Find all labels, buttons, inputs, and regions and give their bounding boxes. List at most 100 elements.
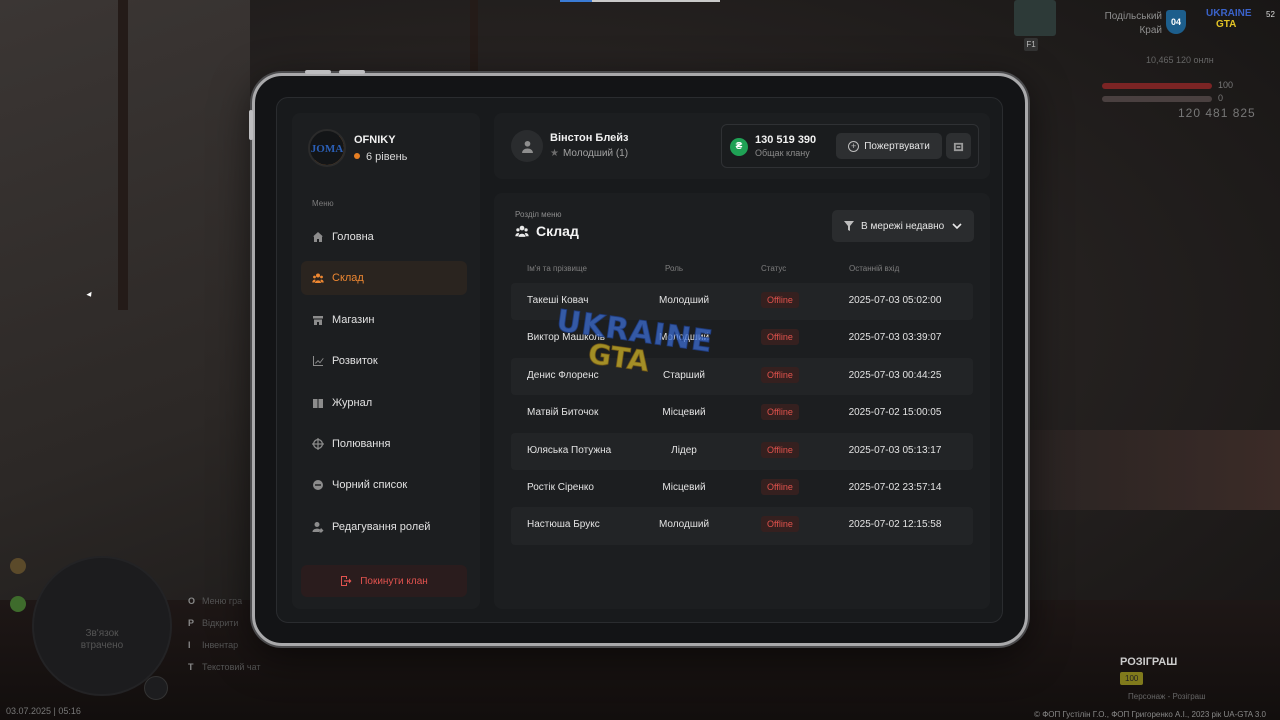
user-avatar — [511, 130, 543, 162]
chart-icon — [312, 355, 324, 367]
status-badge: Offline — [761, 478, 799, 495]
sidebar-item-label: Склад — [332, 272, 364, 285]
member-name: Юляська Потужна — [527, 444, 612, 456]
hud-top-right: F1 Подільський Край 04 UKRAINE GTA 52 10,4… — [1010, 0, 1280, 130]
minimap: Зв'язок втрачено — [32, 556, 172, 696]
clan-avatar: JOMA — [308, 129, 346, 167]
section-caption: Розділ меню — [515, 210, 562, 219]
tablet-button — [249, 110, 253, 140]
background-beam — [118, 0, 128, 310]
sidebar-item-edit-roles[interactable]: Редагування ролей — [301, 510, 467, 544]
sidebar-item-home[interactable]: Головна — [301, 220, 467, 254]
health-bar — [1102, 83, 1212, 89]
sidebar-item-label: Полювання — [332, 437, 391, 450]
column-header-status: Статус — [761, 264, 787, 273]
stamina-icon — [10, 596, 26, 612]
status-badge: Offline — [761, 441, 799, 458]
column-header-role: Роль — [665, 264, 684, 273]
tablet-button — [339, 70, 365, 74]
health-value: 100 — [1218, 80, 1234, 90]
background-beam — [470, 0, 478, 75]
last-login: 2025-07-02 23:57:14 — [848, 481, 942, 493]
home-icon — [312, 231, 324, 243]
table-header: Ім'я та прізвище Роль Статус Останній вх… — [511, 264, 973, 278]
region-badge: 04 — [1166, 10, 1186, 34]
table-row[interactable]: Такеші Ковач Молодший Offline 2025-07-03… — [511, 283, 973, 321]
members-panel: Розділ меню Склад В мережі недавно Ім'я … — [494, 193, 990, 609]
last-login: 2025-07-03 05:13:17 — [848, 444, 942, 456]
member-name: Виктор Машколь — [527, 332, 606, 344]
filter-label: В мережі недавно — [861, 220, 945, 232]
member-role: Лідер — [671, 444, 697, 456]
minimap-status: Зв'язок втрачено — [80, 628, 124, 651]
last-login: 2025-07-03 00:44:25 — [848, 369, 942, 381]
sidebar-item-blacklist[interactable]: Чорний список — [301, 468, 467, 502]
tablet-screen: JOMA OFNIKY 6 рівень Меню Головна Склад — [276, 97, 1003, 623]
region-name: Подільський Край — [1104, 11, 1162, 36]
users-icon — [312, 272, 324, 284]
status-badge: Offline — [761, 366, 799, 383]
sidebar-item-label: Головна — [332, 231, 374, 243]
ping-value: 52 — [1266, 10, 1275, 19]
safe-icon — [953, 142, 964, 151]
member-role: Старший — [662, 369, 705, 381]
donate-label: Пожертвувати — [864, 140, 930, 152]
top-progress-line — [560, 0, 720, 2]
member-role: Молодший — [658, 519, 710, 531]
member-name: Денис Флоренс — [527, 369, 599, 381]
column-header-last-login: Останній вхід — [849, 264, 900, 273]
online-stats: 10,465 120 онлн — [1146, 55, 1214, 65]
table-row[interactable]: Виктор Машколь Молодший Offline 2025-07-… — [511, 320, 973, 357]
sidebar-item-journal[interactable]: Журнал — [301, 386, 467, 420]
armor-bar — [1102, 96, 1212, 102]
tablet-button — [305, 70, 331, 74]
member-name: Ростік Сіренко — [527, 481, 594, 493]
member-name: Матвій Биточок — [527, 407, 599, 419]
table-row[interactable]: Настюша Брукс Молодший Offline 2025-07-0… — [511, 507, 973, 545]
sidebar-item-storage[interactable]: Склад — [301, 261, 467, 296]
last-login: 2025-07-02 12:15:58 — [848, 519, 942, 531]
member-name: Такеші Ковач — [527, 295, 589, 306]
sidebar-menu: Головна Склад Магазин Розвиток Журнал По… — [301, 220, 467, 551]
status-badge: Offline — [761, 516, 799, 533]
user-rank: ★ Молодший (1) — [550, 148, 629, 159]
giveaway-widget: РОЗІГРАШ 100 — [1120, 656, 1177, 686]
status-badge: Offline — [761, 292, 799, 308]
user-edit-icon — [312, 521, 324, 533]
hotkey-item: P Відкрити — [188, 618, 239, 628]
plus-icon: + — [848, 140, 860, 152]
vehicle-icon — [1014, 0, 1056, 36]
last-login: 2025-07-02 15:00:05 — [848, 407, 942, 419]
donate-button[interactable]: + Пожертвувати — [836, 133, 942, 159]
leave-clan-button[interactable]: Покинути клан — [301, 565, 467, 597]
members-table: Такеші Ковач Молодший Offline 2025-07-03… — [511, 283, 973, 545]
users-icon — [515, 225, 529, 237]
bank-label: Общак клану — [755, 148, 810, 158]
member-name: Настюша Брукс — [527, 519, 600, 531]
sidebar-item-hunting[interactable]: Полювання — [301, 427, 467, 461]
filter-dropdown[interactable]: В мережі недавно — [832, 210, 974, 242]
hryvnia-coin-icon: ₴ — [730, 138, 748, 156]
tablet-frame: JOMA OFNIKY 6 рівень Меню Головна Склад — [249, 70, 1028, 646]
bank-amount: 130 519 390 — [755, 134, 817, 146]
sidebar-item-label: Редагування ролей — [332, 520, 431, 533]
clan-level: 6 рівень — [354, 151, 407, 163]
table-row[interactable]: Денис Флоренс Старший Offline 2025-07-03… — [511, 357, 973, 396]
level-dot — [354, 153, 360, 159]
safe-button[interactable] — [946, 133, 971, 159]
hotkey-item: T Текстовий чат — [188, 662, 261, 672]
section-title: Склад — [515, 223, 579, 239]
book-icon — [312, 397, 324, 409]
datetime: 03.07.2025 | 05:16 — [6, 706, 81, 716]
last-login: 2025-07-03 03:39:07 — [848, 332, 942, 344]
ban-icon — [312, 479, 324, 491]
sidebar-item-development[interactable]: Розвиток — [301, 344, 467, 378]
sidebar-item-label: Журнал — [332, 396, 373, 409]
clan-bank: ₴ 130 519 390 Общак клану + Пожертвувати — [721, 124, 979, 168]
hotkey-list: O Меню гра P Відкрити I Інвентар T Текстовий… — [188, 590, 261, 678]
sidebar-item-shop[interactable]: Магазин — [301, 303, 467, 337]
member-role: Місцевий — [662, 481, 706, 493]
table-row[interactable]: Ростік Сіренко Місцевий Offline 2025-07-… — [511, 470, 973, 507]
table-row[interactable]: Юляська Потужна Лідер Offline 2025-07-03… — [511, 432, 973, 470]
table-row[interactable]: Матвій Биточок Місцевий Offline 2025-07-… — [511, 395, 973, 432]
